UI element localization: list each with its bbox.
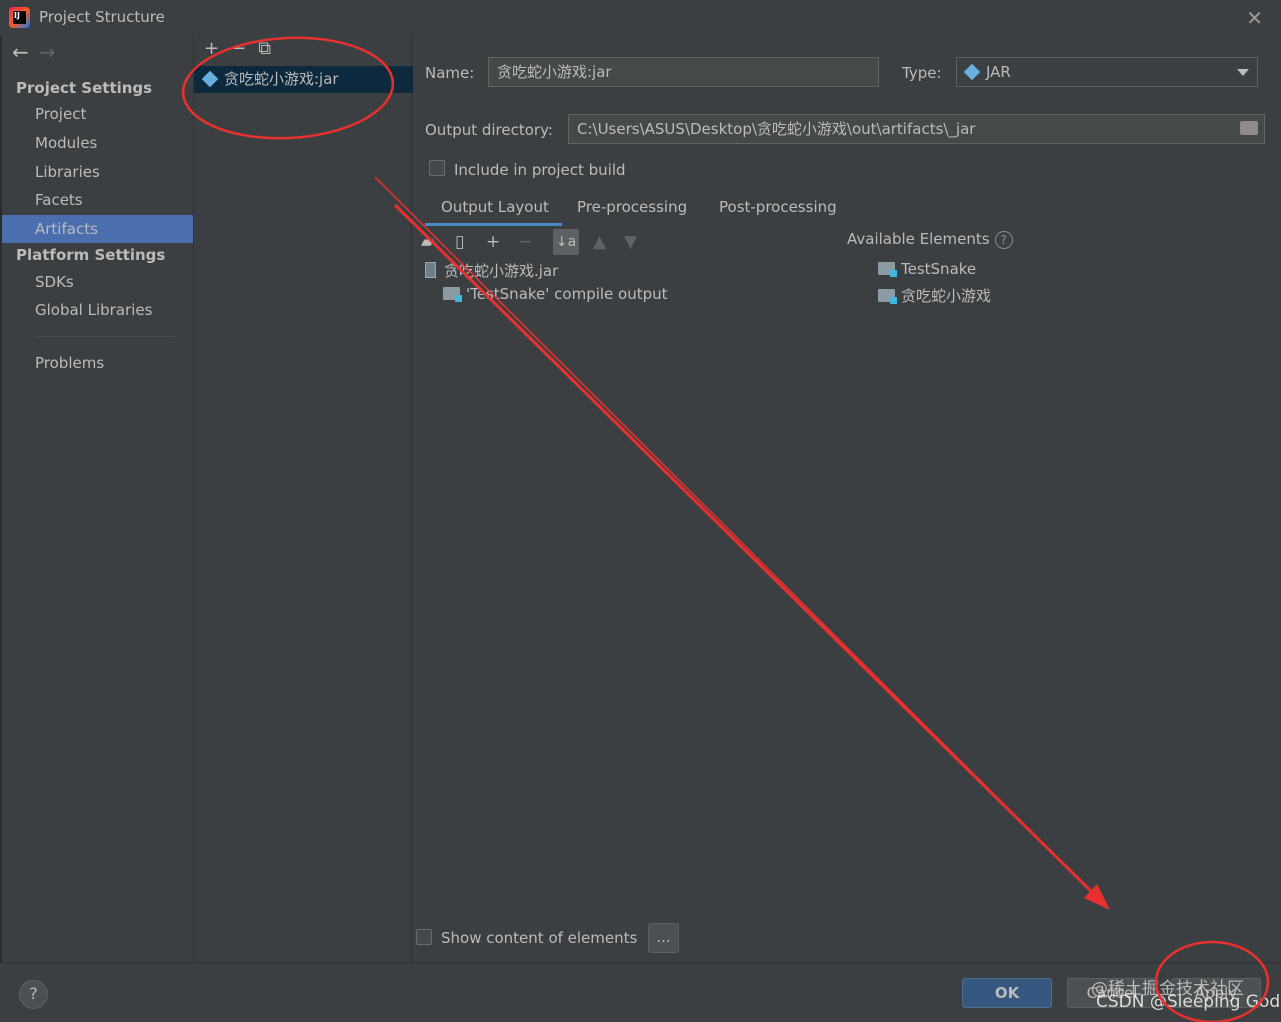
remove-icon[interactable]: −	[518, 232, 532, 252]
ok-button[interactable]: OK	[962, 978, 1052, 1008]
artifact-list-panel: + − ⧉ 贪吃蛇小游戏:jar	[193, 36, 413, 962]
jar-type-icon	[963, 63, 981, 81]
add-icon[interactable]: +	[204, 38, 219, 59]
sidebar-item-sdks[interactable]: SDKs	[2, 268, 193, 296]
type-select-value: JAR	[986, 63, 1011, 81]
tree-item-jar[interactable]: 贪吃蛇小游戏.jar	[425, 260, 558, 281]
dialog-footer: ? OK Cancel Apply @稀土掘金技术社区 CSDN @Sleepi…	[0, 962, 1281, 1022]
browse-folder-icon[interactable]	[1240, 121, 1258, 135]
sidebar-item-problems[interactable]: Problems	[2, 349, 193, 377]
artifact-editor: Name: 贪吃蛇小游戏:jar Type: JAR Output direct…	[413, 36, 1281, 962]
output-layout-tree: 贪吃蛇小游戏.jar 'TestSnake' compile output	[413, 258, 846, 918]
module-folder-icon	[443, 287, 462, 302]
type-label: Type:	[902, 64, 942, 82]
project-settings-header: Project Settings	[16, 79, 153, 97]
sidebar-item-artifacts[interactable]: Artifacts	[2, 215, 193, 243]
sidebar-item-facets[interactable]: Facets	[2, 186, 193, 214]
output-directory-value: C:\Users\ASUS\Desktop\贪吃蛇小游戏\out\artifac…	[577, 120, 976, 138]
module-folder-icon	[878, 289, 897, 304]
forward-arrow-icon[interactable]: →	[39, 40, 56, 64]
active-tab-indicator	[425, 223, 562, 226]
available-item-label: 贪吃蛇小游戏	[901, 287, 992, 305]
artifact-item-label: 贪吃蛇小游戏:jar	[224, 70, 339, 88]
artifact-list-toolbar: + − ⧉	[204, 38, 283, 62]
sidebar-item-global-libraries[interactable]: Global Libraries	[2, 296, 193, 324]
nav-arrows: ← →	[12, 40, 66, 64]
help-icon[interactable]: ?	[994, 231, 1013, 249]
watermark-line-2: CSDN @Sleeping God	[1096, 992, 1281, 1012]
show-content-label: Show content of elements	[441, 929, 638, 947]
name-field[interactable]: 贪吃蛇小游戏:jar	[488, 57, 879, 87]
sidebar-divider	[35, 336, 175, 337]
more-options-button[interactable]: ...	[648, 923, 679, 953]
copy-icon[interactable]: ⧉	[258, 38, 271, 59]
include-build-checkbox[interactable]	[429, 160, 445, 176]
type-select[interactable]: JAR	[956, 57, 1258, 87]
jar-archive-icon	[425, 262, 436, 278]
settings-sidebar: ← → Project Settings Project Modules Libr…	[0, 36, 193, 962]
tab-pre-processing[interactable]: Pre-processing	[577, 198, 687, 216]
artifact-jar-icon	[201, 70, 219, 88]
new-directory-icon[interactable]: ▰	[421, 232, 434, 252]
window-title: Project Structure	[39, 8, 165, 26]
available-item-testsnake[interactable]: TestSnake	[878, 260, 976, 278]
tab-output-layout[interactable]: Output Layout	[441, 198, 549, 216]
module-folder-icon	[878, 262, 897, 277]
back-arrow-icon[interactable]: ←	[12, 40, 29, 64]
move-down-icon[interactable]: ▼	[624, 232, 637, 252]
available-item-label: TestSnake	[901, 260, 977, 278]
tab-post-processing[interactable]: Post-processing	[719, 198, 837, 216]
archive-icon[interactable]: ▯	[455, 232, 464, 252]
add-copy-icon[interactable]: +	[486, 232, 500, 252]
name-label: Name:	[425, 64, 475, 82]
available-item-snake-game[interactable]: 贪吃蛇小游戏	[878, 285, 991, 306]
tree-item-compile-output[interactable]: 'TestSnake' compile output	[443, 285, 668, 303]
help-button[interactable]: ?	[19, 980, 48, 1009]
artifact-item[interactable]: 贪吃蛇小游戏:jar	[194, 66, 413, 93]
output-directory-label: Output directory:	[425, 121, 553, 139]
title-bar: IJ Project Structure ✕	[0, 0, 1281, 36]
include-build-label: Include in project build	[454, 161, 626, 179]
available-elements-header: Available Elements?	[847, 230, 1013, 249]
remove-icon[interactable]: −	[231, 38, 246, 59]
sidebar-item-project[interactable]: Project	[2, 100, 193, 128]
show-content-checkbox[interactable]	[416, 929, 432, 945]
platform-settings-header: Platform Settings	[16, 246, 166, 264]
chevron-down-icon	[1237, 69, 1249, 76]
available-elements-label: Available Elements	[847, 230, 990, 248]
intellij-logo-icon: IJ	[9, 7, 30, 28]
move-up-icon[interactable]: ▲	[593, 232, 606, 252]
sidebar-item-libraries[interactable]: Libraries	[2, 158, 193, 186]
output-directory-field[interactable]: C:\Users\ASUS\Desktop\贪吃蛇小游戏\out\artifac…	[568, 114, 1265, 144]
tree-item-jar-label: 贪吃蛇小游戏.jar	[444, 262, 559, 280]
tree-item-compile-output-label: 'TestSnake' compile output	[466, 285, 668, 303]
close-icon[interactable]: ✕	[1246, 6, 1263, 30]
output-layout-toolbar: ▰ ▯ + − ↓a ▲ ▼	[413, 228, 846, 256]
sort-icon[interactable]: ↓a	[553, 229, 579, 255]
sidebar-item-modules[interactable]: Modules	[2, 129, 193, 157]
